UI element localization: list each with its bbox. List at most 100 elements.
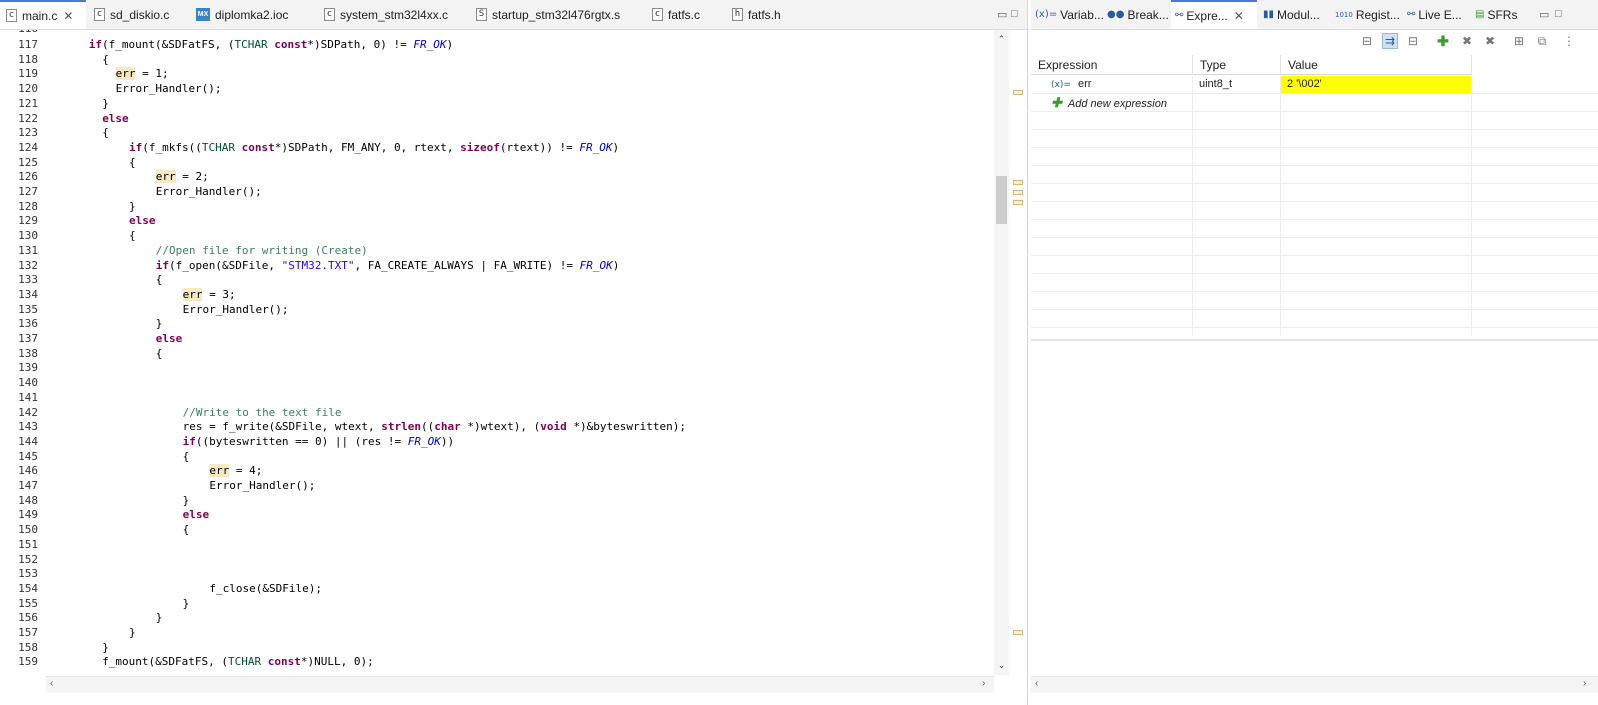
column-header-value[interactable]: Value [1281, 55, 1472, 75]
column-header-type[interactable]: Type [1193, 55, 1281, 75]
scroll-left-icon[interactable]: ‹ [1035, 678, 1038, 689]
empty-table-row [1031, 256, 1598, 274]
expression-detail-pane[interactable] [1031, 339, 1598, 678]
code-token: Error_Handler(); [155, 185, 262, 198]
maximize-icon[interactable]: □ [1011, 8, 1018, 20]
line-number: 146 [18, 464, 38, 478]
table-row[interactable]: (x)= err uint8_t 2 '\002' [1031, 76, 1598, 94]
line-number: 150 [18, 523, 38, 537]
remove-expression-icon[interactable]: ✖ [1459, 33, 1475, 49]
line-number: 135 [18, 302, 38, 316]
tab-label: system_stm32l4xx.c [340, 7, 449, 22]
expressions-view: (x)= Variab... ●● Break... ⚯ Expre... ✕ … [1031, 0, 1598, 705]
tab-label: Modul... [1277, 7, 1320, 22]
scroll-right-icon[interactable]: › [1583, 678, 1586, 689]
tab-label: Break... [1127, 7, 1169, 22]
code-line: err = 1; [115, 67, 169, 82]
tab-live-expressions[interactable]: ⚯ Live E... [1403, 0, 1471, 29]
occurrence-marker[interactable] [1013, 200, 1023, 205]
code-line: { [156, 273, 163, 288]
close-icon[interactable]: ✕ [63, 9, 73, 23]
tab-fatfs-c[interactable]: c fatfs.c [646, 0, 720, 29]
tab-breakpoints[interactable]: ●● Break... [1103, 0, 1171, 29]
new-view-icon[interactable]: ⊞ [1511, 33, 1527, 49]
empty-cell [1281, 310, 1472, 327]
empty-cell [1193, 292, 1281, 309]
occurrence-marker[interactable] [1013, 190, 1023, 195]
minimize-icon[interactable]: ▭ [997, 8, 1007, 21]
tab-diplomka2-ioc[interactable]: MX diplomka2.ioc [190, 0, 308, 29]
tab-sd-diskio-c[interactable]: c sd_diskio.c [88, 0, 188, 29]
scroll-down-icon[interactable]: ⌄ [994, 660, 1009, 671]
empty-cell [1281, 184, 1472, 201]
occurrence-highlight: err [115, 67, 136, 81]
occurrence-marker[interactable] [1013, 180, 1023, 185]
line-number: 139 [18, 361, 38, 375]
scroll-up-icon[interactable]: ⌃ [994, 34, 1009, 45]
code-token: *)SDPath, FM_ANY, 0, rtext, [274, 140, 461, 154]
value-cell[interactable]: 2 '\002' [1281, 76, 1472, 93]
tab-fatfs-h[interactable]: h fatfs.h [726, 0, 796, 29]
line-number: 153 [18, 567, 38, 581]
tab-system-stm32l4xx-c[interactable]: c system_stm32l4xx.c [318, 0, 458, 29]
code-token: res = f_write(&SDFile, wtext, [182, 420, 382, 434]
scroll-thumb[interactable] [996, 176, 1007, 224]
show-type-names-icon[interactable]: ⊟ [1359, 33, 1375, 49]
column-header-expression[interactable]: Expression [1031, 55, 1193, 75]
code-token: { [129, 229, 136, 243]
tab-main-c[interactable]: c main.c ✕ [0, 0, 86, 29]
remove-all-expressions-icon[interactable]: ✖ [1482, 33, 1498, 49]
tab-variables[interactable]: (x)= Variab... [1031, 0, 1104, 29]
empty-cell [1281, 148, 1472, 165]
scroll-right-icon[interactable]: › [982, 678, 985, 689]
h-file-icon: h [732, 8, 743, 21]
tab-registers[interactable]: 1010 Regist... [1331, 0, 1403, 29]
code-line: else [129, 214, 156, 229]
code-editor[interactable]: if(f_mount(&SDFatFS, (TCHAR const*)SDPat… [46, 30, 994, 675]
show-logical-structure-icon[interactable]: ⇉ [1382, 33, 1398, 49]
code-token: { [129, 155, 136, 169]
code-token: } [155, 317, 163, 331]
line-number: 126 [18, 170, 38, 184]
collapse-all-icon[interactable]: ⊟ [1405, 33, 1421, 49]
empty-cell [1031, 238, 1193, 255]
maximize-icon[interactable]: □ [1555, 8, 1562, 20]
code-line: { [183, 523, 190, 538]
code-line: Error_Handler(); [209, 479, 315, 494]
line-number: 159 [18, 655, 38, 669]
code-token: (( [421, 420, 435, 434]
add-expression-icon[interactable]: ✚ [1435, 33, 1451, 49]
empty-cell [1281, 166, 1472, 183]
scroll-left-icon[interactable]: ‹ [50, 678, 53, 689]
c-file-icon: c [94, 8, 105, 21]
pin-icon[interactable]: ⧉ [1534, 33, 1550, 49]
expression-cell[interactable]: (x)= err [1031, 76, 1193, 93]
add-expression-cell[interactable]: ✚ Add new expression [1031, 94, 1193, 111]
view-horizontal-scrollbar[interactable]: ‹ › [1031, 676, 1598, 693]
minimize-icon[interactable]: ▭ [1539, 8, 1549, 21]
code-line: } [129, 626, 136, 641]
empty-table-row [1031, 310, 1598, 328]
view-menu-icon[interactable]: ⋮ [1561, 33, 1577, 49]
tab-startup-stm32l476rgtx-s[interactable]: S startup_stm32l476rgtx.s [470, 0, 630, 29]
overview-ruler[interactable] [1010, 30, 1026, 675]
tab-expressions[interactable]: ⚯ Expre... ✕ [1171, 0, 1257, 29]
add-expression-row[interactable]: ✚ Add new expression [1031, 94, 1598, 112]
close-icon[interactable]: ✕ [1234, 9, 1244, 23]
code-token: f_mount(&SDFatFS, ( [102, 655, 229, 669]
line-number: 122 [18, 111, 38, 125]
tab-sfrs[interactable]: ▤ SFRs [1471, 0, 1531, 29]
code-token: { [182, 523, 190, 537]
occurrence-marker[interactable] [1013, 630, 1023, 635]
code-token: else [182, 508, 210, 522]
code-line: f_close(&SDFile); [209, 582, 322, 597]
empty-cell [1193, 274, 1281, 291]
code-token: (f_mount(&SDFatFS, ( [102, 38, 235, 51]
editor-horizontal-scrollbar[interactable]: ‹ › [46, 676, 994, 693]
empty-table-row [1031, 148, 1598, 166]
occurrence-marker[interactable] [1013, 90, 1023, 95]
tab-modules[interactable]: ▮▮ Modul... [1259, 0, 1331, 29]
editor-vertical-scrollbar[interactable]: ⌃ ⌄ [994, 30, 1009, 675]
code-line: } [156, 317, 163, 332]
empty-cell [1031, 202, 1193, 219]
